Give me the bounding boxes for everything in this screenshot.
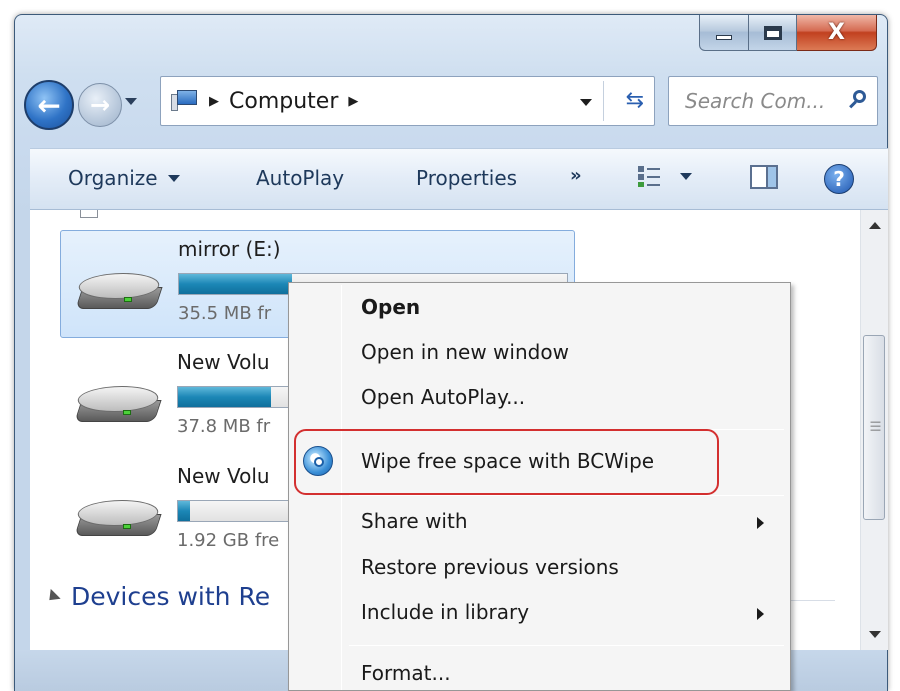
- refresh-icon[interactable]: ⇆: [626, 88, 644, 113]
- drive-free-space: 35.5 MB fr: [178, 303, 272, 324]
- scroll-up-icon[interactable]: [869, 222, 881, 229]
- minimize-icon: [716, 35, 732, 40]
- preview-pane-button[interactable]: [750, 165, 778, 189]
- organize-label: Organize: [68, 166, 158, 190]
- search-input[interactable]: [685, 89, 840, 113]
- menu-item-open-new-window[interactable]: Open in new window: [361, 340, 569, 364]
- change-view-button[interactable]: [638, 165, 692, 187]
- hard-drive-icon: [73, 500, 163, 544]
- drive-name: mirror (E:): [178, 237, 281, 261]
- autoplay-label: AutoPlay: [256, 166, 345, 190]
- back-button[interactable]: ←: [24, 80, 74, 130]
- devices-section-header[interactable]: Devices with Re: [44, 582, 271, 611]
- submenu-arrow-icon: [757, 517, 764, 529]
- maximize-icon: [763, 25, 782, 40]
- highlight-outline: [294, 429, 719, 495]
- context-menu: Open Open in new window Open AutoPlay...…: [288, 282, 791, 691]
- maximize-button[interactable]: [749, 15, 797, 51]
- collapse-triangle-icon[interactable]: [44, 588, 61, 605]
- organize-button[interactable]: Organize: [68, 166, 180, 190]
- drive-free-space: 37.8 MB fr: [177, 416, 271, 437]
- help-button[interactable]: ?: [824, 164, 854, 194]
- breadcrumb-separator-icon[interactable]: ▶: [348, 94, 358, 109]
- caption-buttons: X: [699, 15, 877, 53]
- toolbar-overflow-button[interactable]: »: [570, 165, 582, 186]
- address-bar[interactable]: ▶ Computer ▶ ⇆: [160, 76, 655, 126]
- drive-name: New Volu: [177, 464, 270, 488]
- menu-item-restore-previous-versions[interactable]: Restore previous versions: [361, 555, 619, 579]
- search-box[interactable]: [668, 76, 878, 126]
- properties-label: Properties: [416, 166, 518, 190]
- chevron-down-icon[interactable]: [680, 172, 692, 180]
- menu-separator: [349, 645, 784, 646]
- menu-item-open[interactable]: Open: [361, 295, 420, 319]
- chevron-down-icon: [167, 174, 180, 182]
- scroll-down-icon[interactable]: [869, 631, 881, 638]
- forward-arrow-icon: →: [89, 91, 111, 119]
- scrollbar-thumb[interactable]: — — —: [863, 335, 885, 520]
- submenu-arrow-icon: [757, 608, 764, 620]
- forward-button[interactable]: →: [78, 83, 122, 127]
- address-divider: [603, 81, 604, 121]
- breadcrumb-computer[interactable]: Computer: [229, 89, 338, 114]
- overflow-chevron-icon: »: [570, 165, 582, 186]
- breadcrumb-separator-icon[interactable]: ▶: [209, 94, 219, 109]
- properties-button[interactable]: Properties: [416, 166, 517, 190]
- close-icon: X: [828, 20, 845, 45]
- hard-drive-icon: [74, 273, 164, 317]
- hard-drive-icon: [73, 386, 163, 430]
- drive-name: New Volu: [177, 350, 270, 374]
- autoplay-button[interactable]: AutoPlay: [256, 166, 344, 190]
- address-history-dropdown-icon[interactable]: [580, 99, 592, 106]
- help-icon: ?: [833, 167, 845, 191]
- grip-icon: — — —: [870, 415, 881, 436]
- command-toolbar: Organize AutoPlay Properties » ?: [30, 148, 888, 210]
- menu-item-share-with[interactable]: Share with: [361, 509, 468, 533]
- vertical-scrollbar[interactable]: — — —: [860, 210, 888, 650]
- preview-pane-icon: [766, 167, 776, 187]
- menu-item-open-autoplay[interactable]: Open AutoPlay...: [361, 385, 525, 409]
- section-title: Devices with Re: [71, 582, 271, 611]
- menu-item-format[interactable]: Format...: [361, 661, 451, 685]
- view-details-icon: [638, 165, 660, 187]
- checkbox[interactable]: [80, 210, 98, 218]
- drive-free-space: 1.92 GB fre: [177, 530, 280, 551]
- menu-separator: [349, 495, 784, 496]
- close-button[interactable]: X: [797, 15, 877, 51]
- computer-icon: [171, 90, 199, 112]
- recent-pages-dropdown-icon[interactable]: [125, 98, 137, 105]
- minimize-button[interactable]: [699, 15, 749, 51]
- back-arrow-icon: ←: [37, 88, 61, 122]
- search-icon[interactable]: [849, 90, 867, 109]
- menu-item-include-in-library[interactable]: Include in library: [361, 600, 529, 624]
